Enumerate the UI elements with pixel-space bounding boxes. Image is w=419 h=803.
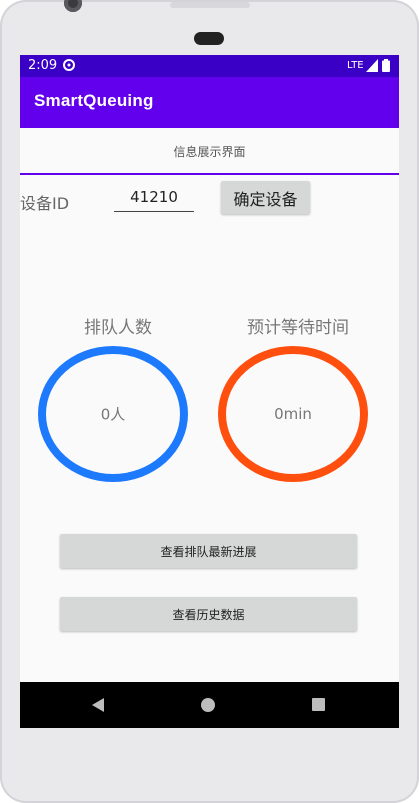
section-divider [20, 173, 399, 175]
recent-apps-icon[interactable] [312, 698, 325, 711]
queue-count-ring: 0人 [38, 346, 188, 482]
battery-icon [382, 59, 390, 72]
camera-icon [64, 0, 82, 12]
view-history-data-button[interactable]: 查看历史数据 [60, 597, 357, 631]
view-latest-progress-button[interactable]: 查看排队最新进展 [60, 534, 357, 568]
queue-count-label: 排队人数 [84, 318, 152, 338]
signal-icon [366, 59, 378, 72]
app-screen: 2:09 LTE SmartQueuing 信息展示界面 设备ID 确定设备 排… [20, 55, 399, 728]
status-time: 2:09 [28, 58, 58, 73]
phone-frame: 2:09 LTE SmartQueuing 信息展示界面 设备ID 确定设备 排… [0, 0, 419, 803]
home-icon[interactable] [201, 698, 215, 712]
navigation-bar [20, 682, 399, 728]
app-bar: SmartQueuing [20, 77, 399, 128]
status-bar: 2:09 LTE [20, 55, 399, 77]
back-icon[interactable] [91, 698, 105, 712]
status-network: LTE [347, 60, 364, 71]
confirm-device-button[interactable]: 确定设备 [221, 181, 310, 214]
wait-time-label: 预计等待时间 [247, 318, 349, 338]
device-id-label: 设备ID [20, 194, 70, 213]
wait-time-value: 0min [274, 405, 312, 423]
app-title: SmartQueuing [34, 91, 154, 110]
speaker-grille [194, 32, 224, 45]
phone-top-edge [170, 2, 250, 8]
section-title: 信息展示界面 [173, 145, 246, 159]
wait-time-ring: 0min [218, 346, 368, 482]
sync-icon [63, 59, 75, 71]
queue-count-value: 0人 [100, 405, 126, 424]
device-id-input[interactable] [114, 183, 194, 212]
